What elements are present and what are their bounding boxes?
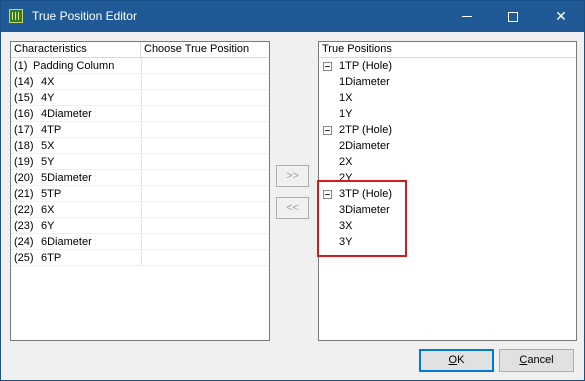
header-choose-true-position[interactable]: Choose True Position bbox=[141, 42, 269, 58]
ok-accel: O bbox=[448, 354, 458, 366]
row-name: 4TP bbox=[41, 124, 62, 136]
title-bar[interactable]: True Position Editor ✕ bbox=[1, 1, 584, 32]
ok-button[interactable]: OK bbox=[419, 349, 494, 372]
tree-node-label: 2TP (Hole) bbox=[339, 124, 392, 136]
cancel-label-rest: ancel bbox=[527, 354, 554, 366]
tree-leaf[interactable]: 1Y bbox=[319, 106, 576, 122]
remove-button[interactable]: << bbox=[276, 197, 309, 219]
row-number: (25) bbox=[14, 252, 34, 264]
row-name: 5TP bbox=[41, 188, 62, 200]
tree-leaf-label: 2Diameter bbox=[339, 140, 390, 152]
tree-leaf-label: 1Diameter bbox=[339, 76, 390, 88]
row-number: (18) bbox=[14, 140, 34, 152]
row-number: (19) bbox=[14, 156, 34, 168]
table-row[interactable]: (19) 5Y bbox=[11, 154, 269, 170]
table-row[interactable]: (22) 6X bbox=[11, 202, 269, 218]
row-number: (17) bbox=[14, 124, 34, 136]
row-name: 6Y bbox=[41, 220, 55, 232]
table-row[interactable]: (21) 5TP bbox=[11, 186, 269, 202]
table-row[interactable]: (20) 5Diameter bbox=[11, 170, 269, 186]
row-name: 6TP bbox=[41, 252, 62, 264]
table-row[interactable]: (24) 6Diameter bbox=[11, 234, 269, 250]
table-row[interactable]: (14) 4X bbox=[11, 74, 269, 90]
row-number: (23) bbox=[14, 220, 34, 232]
tree-leaf[interactable]: 1Diameter bbox=[319, 74, 576, 90]
row-name: 5X bbox=[41, 140, 55, 152]
table-row[interactable]: (17) 4TP bbox=[11, 122, 269, 138]
row-name: 6X bbox=[41, 204, 55, 216]
collapse-icon[interactable] bbox=[323, 126, 332, 135]
row-number: (15) bbox=[14, 92, 34, 104]
tree-leaf[interactable]: 1X bbox=[319, 90, 576, 106]
tree-leaf[interactable]: 2Diameter bbox=[319, 138, 576, 154]
table-row[interactable]: (25) 6TP bbox=[11, 250, 269, 266]
tree-leaf-label: 1Y bbox=[339, 108, 353, 120]
characteristics-list[interactable]: Characteristics Choose True Position (1)… bbox=[10, 41, 270, 341]
maximize-icon bbox=[508, 11, 518, 22]
row-number: (22) bbox=[14, 204, 34, 216]
maximize-button[interactable] bbox=[490, 1, 536, 32]
close-button[interactable]: ✕ bbox=[538, 1, 584, 32]
tree-leaf-label: 2X bbox=[339, 156, 353, 168]
tree-node-1tp[interactable]: 1TP (Hole) bbox=[319, 58, 576, 74]
highlight-box bbox=[317, 180, 407, 257]
row-name: 5Y bbox=[41, 156, 55, 168]
row-number: (14) bbox=[14, 76, 34, 88]
tree-node-2tp[interactable]: 2TP (Hole) bbox=[319, 122, 576, 138]
row-name: Padding Column bbox=[33, 60, 115, 72]
tree-node-label: 1TP (Hole) bbox=[339, 60, 392, 72]
row-number: (21) bbox=[14, 188, 34, 200]
row-name: 4Y bbox=[41, 92, 55, 104]
table-row[interactable]: (23) 6Y bbox=[11, 218, 269, 234]
table-row[interactable]: (1) Padding Column bbox=[11, 58, 269, 74]
window-title: True Position Editor bbox=[32, 9, 137, 23]
cancel-button[interactable]: Cancel bbox=[499, 349, 574, 372]
minimize-button[interactable] bbox=[444, 1, 490, 32]
header-true-positions: True Positions bbox=[319, 42, 576, 58]
row-number: (1) bbox=[14, 60, 28, 72]
minimize-icon bbox=[462, 16, 472, 17]
table-row[interactable]: (15) 4Y bbox=[11, 90, 269, 106]
row-number: (24) bbox=[14, 236, 34, 248]
close-icon: ✕ bbox=[555, 8, 567, 25]
collapse-icon[interactable] bbox=[323, 62, 332, 71]
app-icon bbox=[9, 9, 23, 23]
characteristics-rows: (1) Padding Column (14) 4X (15) 4Y (16) … bbox=[11, 58, 269, 266]
row-name: 4X bbox=[41, 76, 55, 88]
tree-leaf[interactable]: 2X bbox=[319, 154, 576, 170]
row-name: 4Diameter bbox=[41, 108, 92, 120]
table-row[interactable]: (16) 4Diameter bbox=[11, 106, 269, 122]
ok-label-rest: K bbox=[457, 354, 465, 366]
add-button[interactable]: >> bbox=[276, 165, 309, 187]
row-number: (20) bbox=[14, 172, 34, 184]
row-name: 6Diameter bbox=[41, 236, 92, 248]
true-position-editor-window: True Position Editor ✕ Characteristics C… bbox=[0, 0, 585, 381]
tree-leaf-label: 1X bbox=[339, 92, 353, 104]
row-name: 5Diameter bbox=[41, 172, 92, 184]
table-row[interactable]: (18) 5X bbox=[11, 138, 269, 154]
header-characteristics[interactable]: Characteristics bbox=[11, 42, 141, 58]
row-number: (16) bbox=[14, 108, 34, 120]
